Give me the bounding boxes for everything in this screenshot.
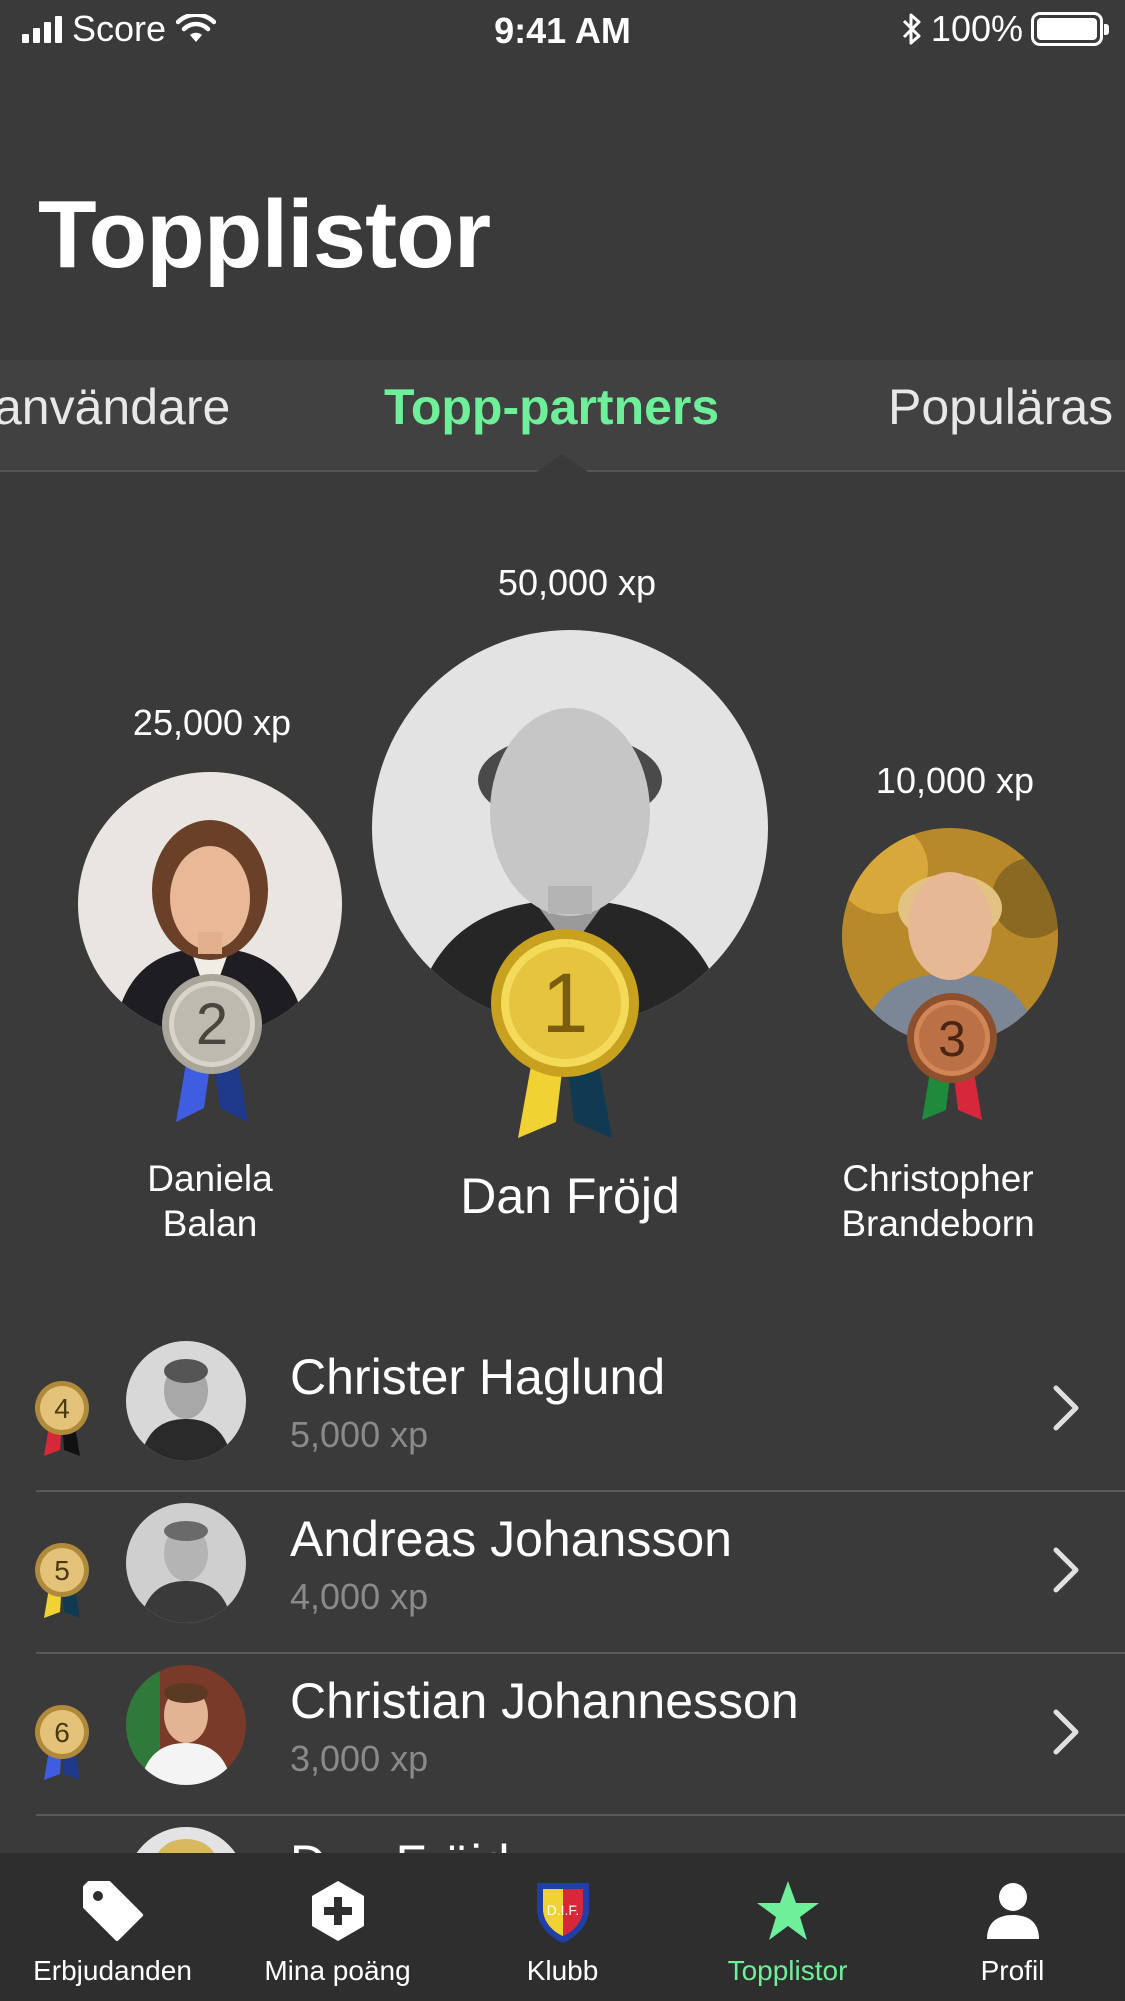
user-xp: 3,000 xp (290, 1738, 429, 1779)
club-shield-icon: D.I.F. (536, 1883, 589, 1943)
list-item[interactable]: 5 Andreas Johansson 4,000 xp (0, 1492, 1125, 1654)
user-name: Andreas Johansson (290, 1511, 732, 1567)
chevron-right-icon (1053, 1709, 1079, 1755)
medal-rank-3: 3 (938, 1011, 966, 1067)
rank-medal-icon: 5 (34, 1542, 90, 1627)
plus-hexagon-icon (311, 1881, 364, 1941)
tab-label: Profil (980, 1955, 1045, 1986)
tab-label: Klubb (526, 1955, 599, 1986)
user-name: Christian Johannesson (290, 1673, 799, 1729)
person-icon (986, 1883, 1039, 1939)
bluetooth-icon (902, 13, 921, 45)
tab-label: Mina poäng (264, 1955, 411, 1986)
list-item[interactable]: 6 Christian Johannesson 3,000 xp (0, 1654, 1125, 1816)
silver-medal-icon: 2 (160, 972, 264, 1133)
third-place-xp: 10,000 xp (875, 760, 1035, 801)
tab-profil[interactable]: Profil (900, 1853, 1125, 2001)
svg-text:D.I.F.: D.I.F. (546, 1902, 579, 1918)
page-title: Topplistor (38, 181, 491, 288)
tab-label: Erbjudanden (33, 1955, 192, 1986)
chevron-right-icon (1053, 1385, 1079, 1431)
third-place-name[interactable]: Christopher Brandeborn (800, 1156, 1076, 1246)
rank-medal-icon: 4 (34, 1380, 90, 1465)
segment-pointer (536, 454, 588, 472)
first-place-name[interactable]: Dan Fröjd (372, 1166, 768, 1226)
tab-mina-poang[interactable]: Mina poäng (225, 1853, 450, 2001)
user-xp: 5,000 xp (290, 1414, 429, 1455)
tab-users[interactable]: användare (0, 378, 230, 436)
first-place-xp: 50,000 xp (497, 562, 657, 603)
second-place-name[interactable]: Daniela Balan (78, 1156, 342, 1246)
user-xp: 4,000 xp (290, 1576, 429, 1617)
tab-erbjudanden[interactable]: Erbjudanden (0, 1853, 225, 2001)
tab-topplistor[interactable]: Topplistor (675, 1853, 900, 2001)
tab-label: Topplistor (727, 1955, 848, 1986)
chevron-right-icon (1053, 1547, 1079, 1593)
status-right: 100% (901, 8, 1109, 50)
battery-percent: 100% (930, 8, 1023, 49)
medal-rank-2: 2 (196, 992, 228, 1057)
tab-top-partners[interactable]: Topp-partners (384, 378, 719, 436)
tab-popular[interactable]: Populäras (888, 378, 1113, 436)
tab-klubb[interactable]: D.I.F. Klubb (450, 1853, 675, 2001)
gold-medal-icon: 1 (490, 928, 640, 1149)
second-place-xp: 25,000 xp (132, 702, 292, 743)
bronze-medal-icon: 3 (906, 992, 998, 1131)
list-item[interactable]: 4 Christer Haglund 5,000 xp (0, 1330, 1125, 1492)
svg-text:5: 5 (54, 1555, 70, 1586)
tab-bar: Erbjudanden Mina poäng D.I.F. Klubb Topp… (0, 1853, 1125, 2001)
avatar (126, 1341, 246, 1461)
status-bar: Score 9:41 AM 100% (0, 0, 1125, 62)
svg-text:4: 4 (54, 1393, 70, 1424)
svg-text:6: 6 (54, 1717, 70, 1748)
avatar (126, 1665, 246, 1785)
avatar (126, 1503, 246, 1623)
battery-icon (1031, 12, 1109, 46)
user-name: Christer Haglund (290, 1349, 666, 1405)
rank-medal-icon: 6 (34, 1704, 90, 1789)
star-icon (756, 1881, 819, 1940)
medal-rank-1: 1 (542, 956, 589, 1050)
tag-icon (82, 1881, 143, 1941)
